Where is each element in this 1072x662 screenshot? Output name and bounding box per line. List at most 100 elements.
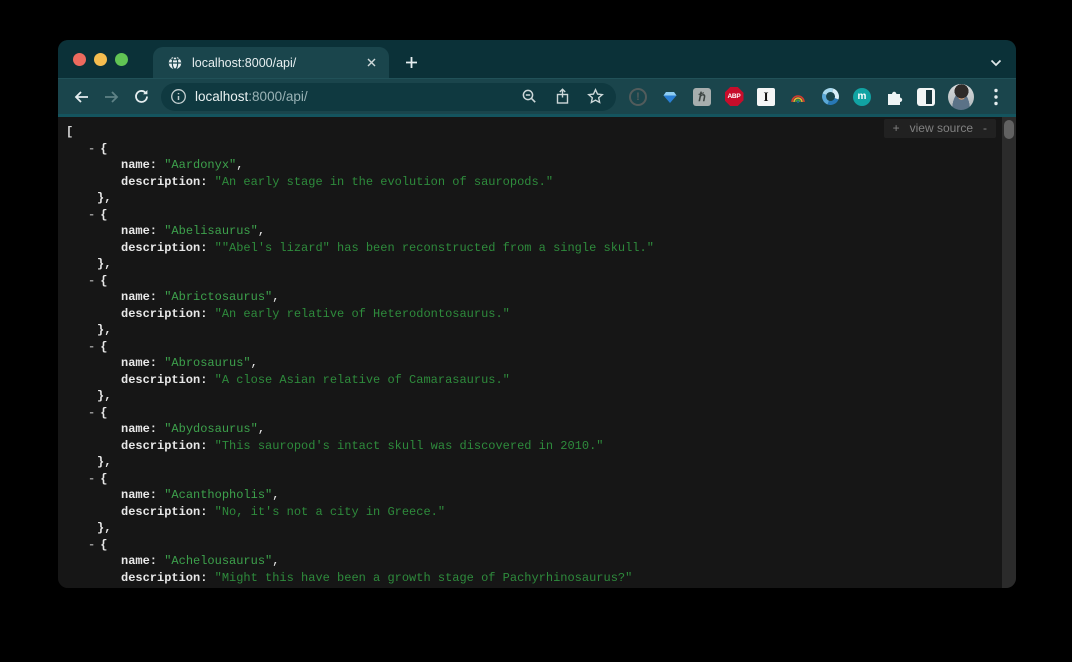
- rainbow-extension-icon[interactable]: [788, 87, 808, 107]
- scrollbar-track[interactable]: [1002, 117, 1016, 588]
- url-host: localhost: [195, 89, 248, 104]
- extensions-puzzle-icon[interactable]: [884, 87, 904, 107]
- adblock-plus-extension-icon[interactable]: ABP: [725, 87, 744, 106]
- name-value: "Abrosaurus": [164, 356, 250, 370]
- description-property-line: description: "Might this have been a gro…: [66, 570, 992, 587]
- description-property-line: description: ""Abel's lizard" has been r…: [66, 240, 992, 257]
- back-button[interactable]: [66, 82, 96, 112]
- sidebar-toggle-icon[interactable]: [917, 88, 935, 106]
- address-bar[interactable]: localhost:8000/api/: [161, 83, 616, 111]
- description-value: "No, it's not a city in Greece.": [215, 505, 445, 519]
- description-value: "This sauropod's intact skull was discov…: [215, 439, 604, 453]
- json-viewer: [ -{name: "Aardonyx",description: "An ea…: [58, 117, 1016, 588]
- bookmark-star-icon[interactable]: [587, 88, 604, 105]
- extensions-row: ! ℏ ABP I m: [628, 84, 1006, 110]
- browser-menu-icon[interactable]: [986, 87, 1006, 107]
- description-key: description:: [121, 307, 207, 321]
- profile-avatar[interactable]: [948, 84, 974, 110]
- close-brace: },: [97, 191, 111, 205]
- window-controls: [73, 53, 128, 66]
- comma: ,: [272, 290, 279, 304]
- comma: ,: [272, 554, 279, 568]
- expand-all-button[interactable]: +: [893, 120, 900, 137]
- browser-window: localhost:8000/api/: [58, 40, 1016, 588]
- close-brace: },: [97, 323, 111, 337]
- new-tab-button[interactable]: [397, 48, 425, 76]
- name-key: name:: [121, 158, 157, 172]
- collapse-toggle-icon[interactable]: -: [88, 208, 95, 222]
- description-value: "Might this have been a growth stage of …: [215, 571, 633, 585]
- entry-close-line: },: [66, 454, 992, 471]
- collapse-all-button[interactable]: -: [983, 120, 987, 137]
- close-window-button[interactable]: [73, 53, 86, 66]
- url-text[interactable]: localhost:8000/api/: [195, 89, 513, 104]
- url-path: :8000/api/: [248, 89, 307, 104]
- site-info-icon[interactable]: [170, 88, 187, 105]
- gray-square-extension-icon[interactable]: ℏ: [693, 88, 711, 106]
- description-key: description:: [121, 175, 207, 189]
- entry-open-line: -{: [66, 537, 992, 554]
- entry-close-line: },: [66, 256, 992, 273]
- entry-close-line: },: [66, 190, 992, 207]
- reload-icon: [133, 88, 150, 105]
- name-value: "Aardonyx": [164, 158, 236, 172]
- description-property-line: description: "This sauropod's intact sku…: [66, 438, 992, 455]
- open-brace: {: [100, 538, 107, 552]
- instapaper-extension-icon[interactable]: I: [757, 88, 775, 106]
- description-key: description:: [121, 373, 207, 387]
- view-source-link[interactable]: view source: [910, 120, 973, 137]
- entry-open-line: -{: [66, 273, 992, 290]
- blue-swirl-extension-icon[interactable]: [819, 85, 842, 108]
- alert-circle-extension-icon[interactable]: !: [629, 88, 647, 106]
- json-entries: -{name: "Aardonyx",description: "An earl…: [66, 141, 992, 587]
- zoom-icon[interactable]: [521, 88, 538, 105]
- name-property-line: name: "Aardonyx",: [66, 157, 992, 174]
- gem-extension-icon[interactable]: [660, 87, 680, 107]
- name-key: name:: [121, 488, 157, 502]
- collapse-toggle-icon[interactable]: -: [88, 274, 95, 288]
- forward-arrow-icon: [103, 89, 120, 105]
- view-source-control: + view source -: [884, 119, 996, 138]
- tab-close-icon[interactable]: [363, 55, 379, 71]
- entry-open-line: -{: [66, 207, 992, 224]
- collapse-toggle-icon[interactable]: -: [88, 538, 95, 552]
- active-tab[interactable]: localhost:8000/api/: [153, 47, 389, 78]
- name-value: "Abydosaurus": [164, 422, 258, 436]
- plus-icon: [405, 56, 418, 69]
- description-value: ""Abel's lizard" has been reconstructed …: [215, 241, 654, 255]
- json-entry: -{name: "Aardonyx",description: "An earl…: [66, 141, 992, 207]
- entry-close-line: },: [66, 322, 992, 339]
- description-property-line: description: "An early stage in the evol…: [66, 174, 992, 191]
- collapse-toggle-icon[interactable]: -: [88, 406, 95, 420]
- globe-favicon-icon: [167, 55, 183, 71]
- name-property-line: name: "Abrictosaurus",: [66, 289, 992, 306]
- m-circle-extension-icon[interactable]: m: [853, 88, 871, 106]
- name-key: name:: [121, 356, 157, 370]
- collapse-toggle-icon[interactable]: -: [88, 472, 95, 486]
- scrollbar-thumb[interactable]: [1004, 120, 1014, 139]
- forward-button[interactable]: [96, 82, 126, 112]
- reload-button[interactable]: [126, 82, 156, 112]
- close-brace: },: [97, 521, 111, 535]
- open-brace: {: [100, 208, 107, 222]
- entry-open-line: -{: [66, 471, 992, 488]
- tab-search-chevron-icon[interactable]: [990, 54, 1002, 72]
- collapse-toggle-icon[interactable]: -: [88, 340, 95, 354]
- name-value: "Abelisaurus": [164, 224, 258, 238]
- description-value: "A close Asian relative of Camarasaurus.…: [215, 373, 510, 387]
- entry-close-line: },: [66, 520, 992, 537]
- description-property-line: description: "An early relative of Heter…: [66, 306, 992, 323]
- open-brace: {: [100, 142, 107, 156]
- comma: ,: [272, 488, 279, 502]
- share-icon[interactable]: [555, 88, 570, 105]
- description-key: description:: [121, 439, 207, 453]
- minimize-window-button[interactable]: [94, 53, 107, 66]
- open-brace: {: [100, 406, 107, 420]
- comma: ,: [258, 224, 265, 238]
- name-value: "Abrictosaurus": [164, 290, 272, 304]
- fullscreen-window-button[interactable]: [115, 53, 128, 66]
- entry-open-line: -{: [66, 141, 992, 158]
- collapse-toggle-icon[interactable]: -: [88, 142, 95, 156]
- browser-toolbar: localhost:8000/api/ !: [58, 78, 1016, 117]
- tab-title: localhost:8000/api/: [192, 56, 354, 70]
